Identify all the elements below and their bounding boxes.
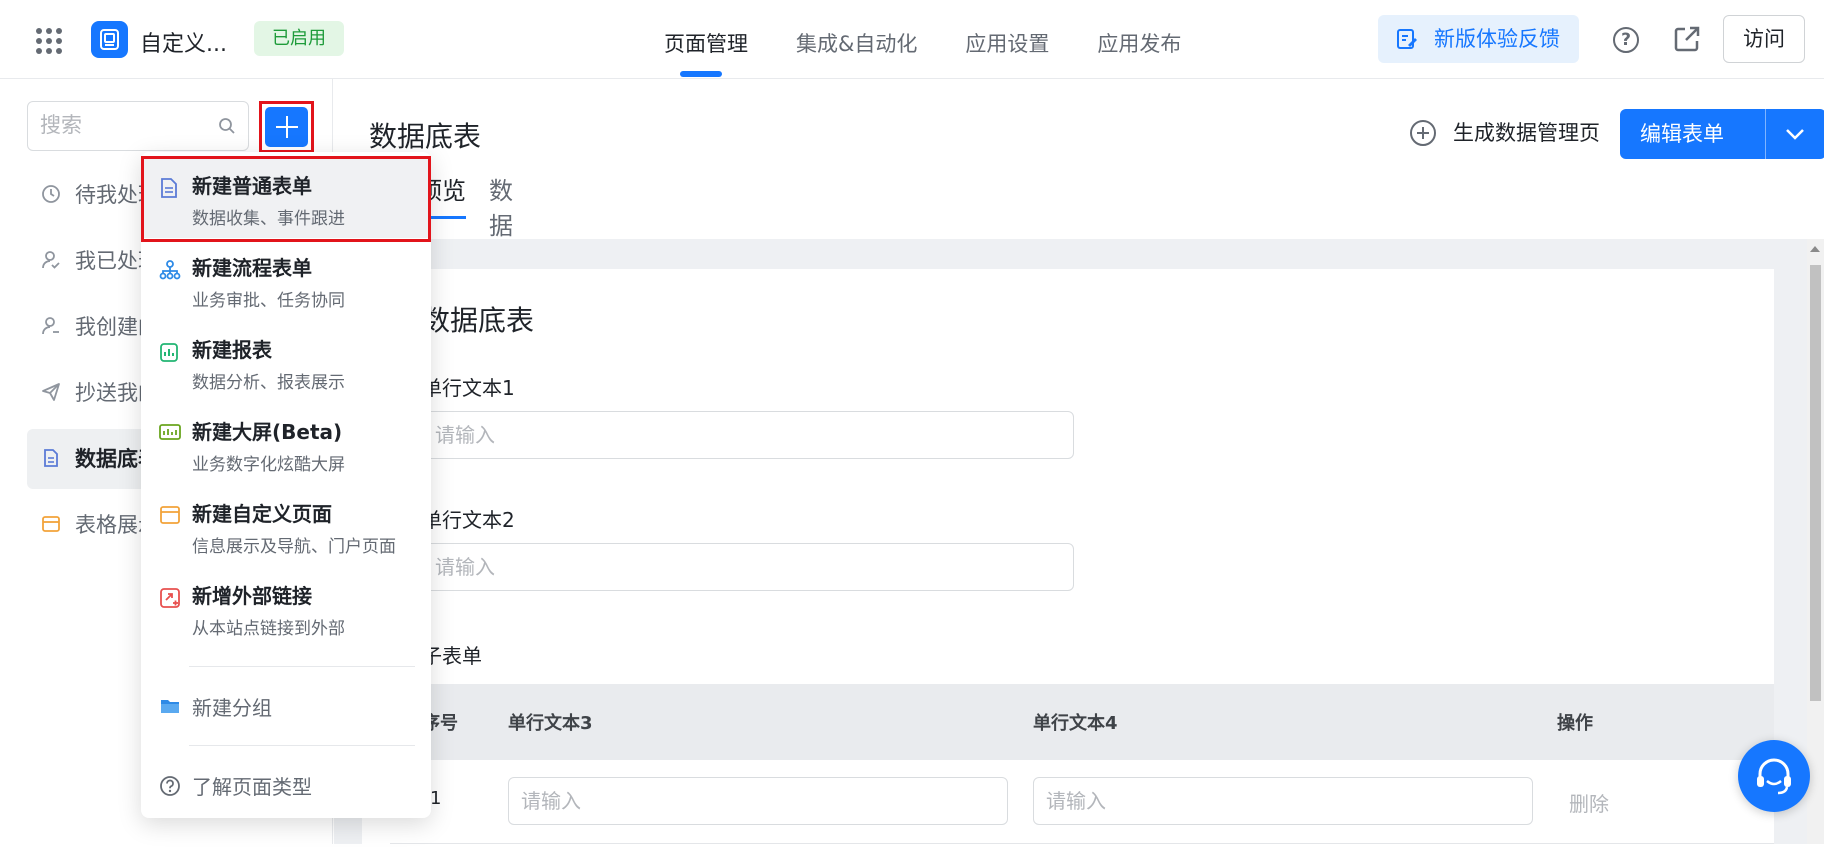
column-header-action: 操作 xyxy=(1557,713,1593,734)
menu-item-title: 新建报表 xyxy=(192,338,272,362)
help-icon[interactable]: ? xyxy=(1613,27,1639,53)
menu-item-desc: 数据收集、事件跟进 xyxy=(192,209,345,229)
row-index: 1 xyxy=(430,788,442,809)
nav-tabs: 页面管理 集成&自动化 应用设置 应用发布 xyxy=(640,0,1205,79)
column-header-text4: 单行文本4 xyxy=(1033,713,1118,734)
tab-data-management[interactable]: 数据管理 xyxy=(489,171,513,310)
menu-divider xyxy=(189,666,415,667)
generate-label: 生成数据管理页 xyxy=(1453,121,1600,145)
main-content: 数据底表 生成数据管理页 编辑表单 表单预览 数据管理 数据底表 单行文本1 请… xyxy=(334,79,1824,849)
tab-integration-automation[interactable]: 集成&自动化 xyxy=(772,0,941,79)
search-box[interactable] xyxy=(27,101,249,151)
learn-page-types-label: 了解页面类型 xyxy=(192,775,312,799)
open-external-icon[interactable] xyxy=(1673,25,1701,53)
generate-management-page-button[interactable]: 生成数据管理页 xyxy=(1409,117,1600,149)
form-doc-icon xyxy=(44,449,58,467)
form-doc-icon xyxy=(161,178,177,198)
add-button-highlight xyxy=(259,101,314,153)
dashboard-icon xyxy=(159,424,181,440)
plus-circle-icon xyxy=(1410,120,1436,146)
edit-form-label: 编辑表单 xyxy=(1640,122,1724,146)
tab-app-settings[interactable]: 应用设置 xyxy=(941,0,1073,79)
feedback-label: 新版体验反馈 xyxy=(1434,27,1560,51)
top-bar: 自定义... 已启用 页面管理 集成&自动化 应用设置 应用发布 新版体验反馈 … xyxy=(0,0,1824,79)
menu-item-desc: 业务数字化炫酷大屏 xyxy=(192,455,345,475)
edit-form-button[interactable]: 编辑表单 xyxy=(1620,109,1824,159)
menu-item-new-dashboard[interactable]: 新建大屏(Beta) 业务数字化炫酷大屏 xyxy=(141,404,431,484)
scrollbar-thumb[interactable] xyxy=(1810,265,1821,701)
send-icon xyxy=(42,383,60,401)
app-name[interactable]: 自定义... xyxy=(140,26,227,58)
menu-item-desc: 从本站点链接到外部 xyxy=(192,619,345,639)
new-group-label: 新建分组 xyxy=(192,696,272,720)
app-logo-icon xyxy=(91,21,128,58)
search-icon xyxy=(219,118,235,134)
menu-item-new-external-link[interactable]: 新增外部链接 从本站点链接到外部 xyxy=(141,568,431,648)
menu-item-title: 新建普通表单 xyxy=(192,174,312,198)
menu-item-title: 新建自定义页面 xyxy=(192,502,332,526)
text1-input[interactable]: 请输入 xyxy=(422,411,1074,459)
status-badge: 已启用 xyxy=(254,21,344,56)
delete-row-button[interactable]: 删除 xyxy=(1569,788,1609,817)
search-input[interactable] xyxy=(40,113,210,137)
table-row: 1 请输入 请输入 删除 xyxy=(390,760,1774,844)
clock-icon xyxy=(42,185,60,203)
text3-input[interactable]: 请输入 xyxy=(508,777,1008,825)
custom-page-icon xyxy=(160,506,180,524)
visit-button[interactable]: 访问 xyxy=(1723,15,1805,63)
menu-item-new-flow-form[interactable]: 新建流程表单 业务审批、任务协同 xyxy=(141,240,431,320)
feedback-edit-icon xyxy=(1397,29,1417,49)
new-page-dropdown: 新建普通表单 数据收集、事件跟进 新建流程表单 业务审批、任务协同 新建报表 数… xyxy=(141,152,431,818)
tab-page-management[interactable]: 页面管理 xyxy=(640,0,772,79)
menu-item-desc: 信息展示及导航、门户页面 xyxy=(192,537,396,557)
subform-label: 子表单 xyxy=(422,644,482,668)
menu-item-title: 新建流程表单 xyxy=(192,256,312,280)
customer-support-button[interactable] xyxy=(1738,740,1810,812)
text4-input[interactable]: 请输入 xyxy=(1033,777,1533,825)
text2-input[interactable]: 请输入 xyxy=(422,543,1074,591)
menu-item-title: 新增外部链接 xyxy=(192,584,312,608)
app-grid-icon[interactable] xyxy=(36,28,62,54)
menu-item-desc: 业务审批、任务协同 xyxy=(192,291,345,311)
flow-icon xyxy=(159,260,181,280)
user-check-icon xyxy=(42,251,60,269)
menu-item-learn-page-types[interactable]: 了解页面类型 xyxy=(141,761,431,809)
form-title: 数据底表 xyxy=(422,304,535,337)
menu-item-desc: 数据分析、报表展示 xyxy=(192,373,345,393)
subform-header: 序号 单行文本3 单行文本4 操作 xyxy=(390,684,1774,760)
form-preview-area: 数据底表 单行文本1 请输入 单行文本2 请输入 子表单 序号 单行文本3 单行… xyxy=(334,239,1824,849)
menu-item-new-custom-page[interactable]: 新建自定义页面 信息展示及导航、门户页面 xyxy=(141,486,431,566)
add-page-button[interactable] xyxy=(265,107,308,147)
button-separator xyxy=(1765,109,1766,159)
page-title: 数据底表 xyxy=(369,120,482,153)
table-page-icon xyxy=(42,516,60,532)
chevron-down-icon[interactable] xyxy=(1783,123,1807,145)
feedback-button[interactable]: 新版体验反馈 xyxy=(1378,15,1579,63)
form-card: 数据底表 单行文本1 请输入 单行文本2 请输入 子表单 序号 单行文本3 单行… xyxy=(362,269,1774,849)
headset-icon xyxy=(1757,758,1791,795)
report-icon xyxy=(160,343,178,362)
user-edit-icon xyxy=(42,317,59,335)
field-label-text2: 单行文本2 xyxy=(422,508,515,532)
external-link-icon xyxy=(160,588,180,608)
column-header-text3: 单行文本3 xyxy=(508,713,593,734)
menu-item-new-group[interactable]: 新建分组 xyxy=(141,682,431,730)
tab-app-publish[interactable]: 应用发布 xyxy=(1073,0,1205,79)
menu-item-new-form[interactable]: 新建普通表单 数据收集、事件跟进 xyxy=(141,158,431,238)
scroll-up-arrow-icon[interactable] xyxy=(1810,246,1820,252)
field-label-text1: 单行文本1 xyxy=(422,376,515,400)
menu-item-title: 新建大屏(Beta) xyxy=(192,420,343,444)
menu-divider xyxy=(189,745,415,746)
help-circle-icon xyxy=(160,776,180,796)
folder-icon xyxy=(161,700,179,713)
menu-item-new-report[interactable]: 新建报表 数据分析、报表展示 xyxy=(141,322,431,402)
